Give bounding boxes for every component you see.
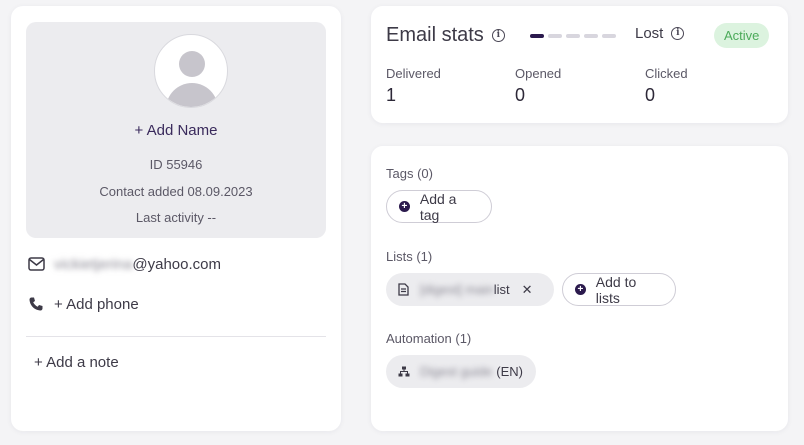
- contact-id: ID 55946: [149, 157, 203, 172]
- email-row[interactable]: vickietjerina @yahoo.com: [26, 254, 221, 274]
- phone-icon: [26, 294, 46, 314]
- mail-icon: [26, 254, 46, 274]
- progress-segment: [584, 34, 598, 38]
- profile-box: + Add Name ID 55946 Contact added 08.09.…: [26, 22, 326, 238]
- automation-label: Automation (1): [386, 331, 472, 346]
- last-activity: Last activity --: [135, 210, 217, 225]
- info-icon[interactable]: i: [491, 29, 505, 42]
- close-icon[interactable]: ✕: [522, 282, 533, 298]
- email-stats-title-text: Email stats: [386, 24, 484, 46]
- document-icon: [398, 283, 412, 296]
- add-name-link[interactable]: + Add Name: [26, 122, 326, 139]
- progress-segment: [548, 34, 562, 38]
- sitemap-icon: [398, 366, 412, 377]
- progress-segment: [602, 34, 616, 38]
- add-tag-button[interactable]: + Add a tag: [386, 190, 492, 223]
- add-phone-button[interactable]: + Add phone: [26, 294, 139, 314]
- add-to-lists-button[interactable]: + Add to lists: [562, 273, 676, 306]
- progress-segment: [530, 34, 544, 38]
- automation-name-blurred: Digest guide: [420, 364, 493, 379]
- lists-label: Lists (1): [386, 249, 433, 264]
- plus-circle-icon: +: [399, 201, 410, 212]
- lost-label-text: Lost: [635, 25, 664, 42]
- avatar-head-shape: [179, 51, 205, 77]
- stat-delivered-value: 1: [386, 85, 397, 105]
- avatar-body-shape: [166, 83, 218, 107]
- email-stats-title: Email stats i: [386, 24, 505, 47]
- lost-info-icon[interactable]: i: [671, 27, 685, 40]
- contact-added-date: Contact added 08.09.2023: [99, 184, 253, 199]
- stat-opened-value: 0: [515, 85, 526, 105]
- stat-delivered-label: Delivered: [386, 66, 441, 81]
- stat-clicked-label: Clicked: [645, 66, 688, 81]
- stat-clicked: Clicked 0: [645, 66, 688, 106]
- add-phone-label: + Add phone: [54, 295, 139, 313]
- add-tag-label: Add a tag: [419, 190, 457, 223]
- stat-opened: Opened 0: [515, 66, 561, 106]
- tags-label: Tags (0): [386, 166, 433, 181]
- avatar[interactable]: [154, 34, 228, 108]
- divider: [26, 336, 326, 337]
- status-badge: Active: [714, 23, 770, 48]
- contact-card: + Add Name ID 55946 Contact added 08.09.…: [11, 6, 341, 431]
- plus-circle-icon: +: [575, 284, 586, 295]
- segmentation-card: Tags (0) + Add a tag Lists (1) [digest] …: [371, 146, 788, 431]
- add-note-button[interactable]: + Add a note: [34, 354, 119, 371]
- stat-clicked-value: 0: [645, 85, 656, 105]
- automation-chip[interactable]: Digest guide (EN): [386, 355, 536, 388]
- email-stats-card: Email stats i Lost i Active Delivered 1 …: [371, 6, 788, 123]
- add-to-lists-label: Add to lists: [595, 273, 637, 306]
- stat-delivered: Delivered 1: [386, 66, 441, 106]
- list-name-blurred: [digest] main: [420, 282, 494, 297]
- lost-label: Lost i: [635, 25, 685, 42]
- email-domain: @yahoo.com: [132, 255, 221, 273]
- engagement-progress: [530, 34, 616, 38]
- progress-segment: [566, 34, 580, 38]
- automation-name-visible: (EN): [496, 364, 523, 379]
- email-local-part-blurred: vickietjerina: [54, 255, 133, 273]
- stat-opened-label: Opened: [515, 66, 562, 81]
- list-chip[interactable]: [digest] main list ✕: [386, 273, 554, 306]
- list-name-visible: list: [493, 282, 510, 297]
